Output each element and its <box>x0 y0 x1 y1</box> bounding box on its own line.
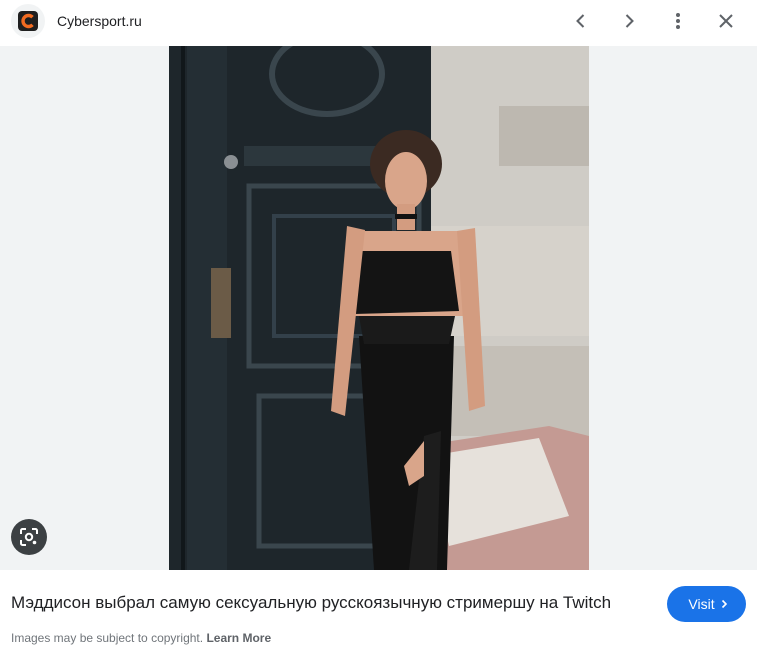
chevron-right-icon <box>625 14 634 28</box>
google-lens-icon <box>20 528 38 546</box>
next-button[interactable] <box>613 5 645 37</box>
previous-button[interactable] <box>565 5 597 37</box>
more-options-button[interactable] <box>662 5 694 37</box>
more-vert-icon <box>676 13 680 29</box>
close-icon <box>719 14 733 28</box>
chevron-right-icon <box>721 599 727 609</box>
close-button[interactable] <box>710 5 742 37</box>
preview-image[interactable] <box>169 46 589 570</box>
visit-button[interactable]: Visit <box>667 586 746 622</box>
cybersport-logo-icon <box>18 11 38 31</box>
site-favicon[interactable] <box>11 4 45 38</box>
visit-button-label: Visit <box>688 596 715 612</box>
photo-illustration <box>169 46 589 570</box>
google-lens-button[interactable] <box>11 519 47 555</box>
learn-more-link[interactable]: Learn More <box>206 631 271 645</box>
top-bar: Cybersport.ru <box>0 0 757 46</box>
chevron-left-icon <box>576 14 585 28</box>
image-caption[interactable]: Мэддисон выбрал самую сексуальную русско… <box>11 593 611 613</box>
image-viewer <box>0 46 757 570</box>
site-name[interactable]: Cybersport.ru <box>57 13 142 29</box>
copyright-notice: Images may be subject to copyright. Lear… <box>11 631 271 645</box>
copyright-text: Images may be subject to copyright. <box>11 631 204 645</box>
